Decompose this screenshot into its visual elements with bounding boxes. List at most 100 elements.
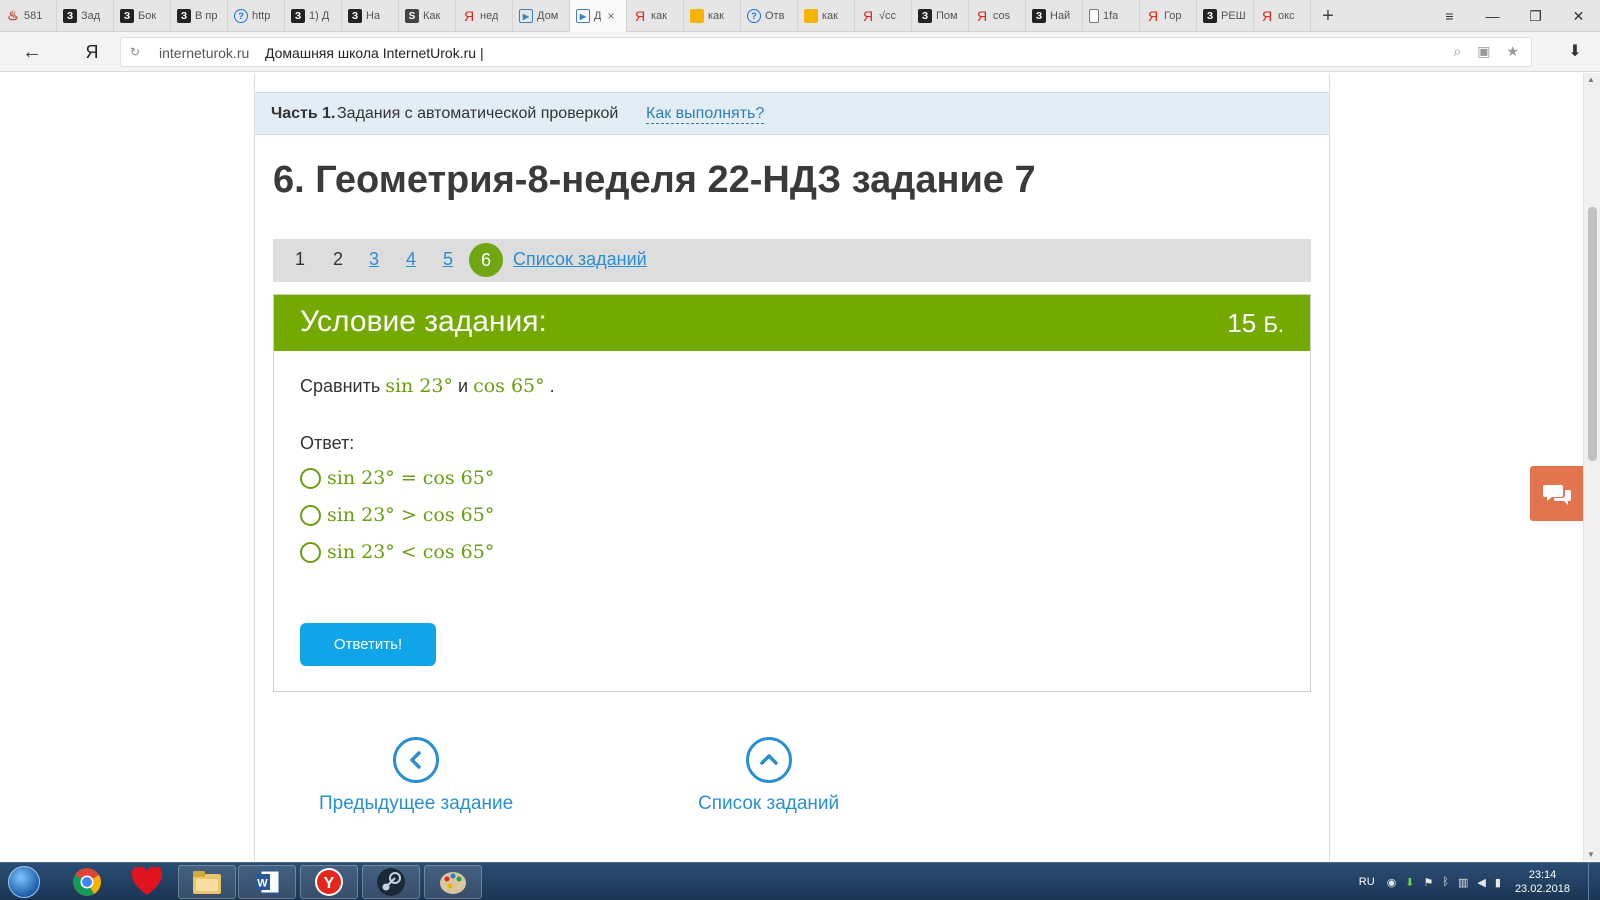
bluetooth-icon[interactable]: ᛒ [1442,876,1449,889]
steam-tray-icon[interactable]: ◉ [1387,876,1397,889]
system-tray: RU ◉ ⬇ ⚑ ᛒ ▥ ◀ ▮ 23:14 23.02.2018 [1359,863,1600,900]
answer-option-label: sin 23° > cos 65° [327,504,495,526]
radio-button[interactable] [300,467,321,489]
tray-icons: ◉ ⬇ ⚑ ᛒ ▥ ◀ ▮ [1387,876,1501,889]
restore-icon[interactable]: ❐ [1514,0,1557,32]
browser-tab[interactable]: ЗВ пр [171,0,228,32]
language-indicator[interactable]: RU [1359,876,1375,888]
browser-tab[interactable]: З Бок [114,0,171,32]
submit-answer-button[interactable]: Ответить! [300,623,436,666]
z-icon: З [348,9,362,23]
yandex-browser-icon[interactable]: Y [300,865,358,899]
z-icon: З [1032,9,1046,23]
task-nav-item-1[interactable]: 1 [295,249,305,270]
new-tab-button[interactable]: + [1311,0,1345,32]
task-nav-item-5[interactable]: 5 [443,249,453,270]
points-unit: Б. [1263,312,1284,337]
answer-option-equal[interactable]: sin 23° = cos 65° [300,465,494,491]
browser-tab[interactable]: S Как [399,0,456,32]
chat-bubbles-icon [1542,484,1571,505]
reader-icon[interactable]: ▣ [1477,43,1490,60]
part-bar: Часть 1. Задания с автоматической провер… [255,92,1329,135]
start-button[interactable] [4,864,44,900]
browser-tab[interactable]: З Най [1026,0,1083,32]
task-nav-item-4[interactable]: 4 [406,249,416,270]
show-desktop-button[interactable] [1588,863,1600,900]
task-list-nav[interactable]: Список заданий [698,737,839,815]
chevron-up-circle-icon[interactable] [745,737,792,783]
task-nav-item-2[interactable]: 2 [333,249,343,270]
close-icon[interactable]: ✕ [1557,0,1600,32]
task-list-link[interactable]: Список заданий [513,249,647,270]
browser-tab[interactable]: З 1) Д [285,0,342,32]
scrollbar-thumb[interactable] [1588,207,1597,461]
browser-tab[interactable]: ? Отв [741,0,798,32]
answer-option-greater[interactable]: sin 23° > cos 65° [300,502,494,528]
browser-tab[interactable]: как [798,0,855,32]
steam-icon[interactable] [362,865,420,899]
flag-icon[interactable]: ⚑ [1424,876,1434,889]
translate-icon[interactable]: ⌕ [1453,43,1461,60]
chat-widget-button[interactable] [1530,466,1583,521]
browser-tab[interactable]: Якак [627,0,684,32]
browser-tab[interactable]: ▶ Дом [513,0,570,32]
question-text: Сравнить sin 23° и cos 65° . [300,375,555,397]
answer-option-less[interactable]: sin 23° < cos 65° [300,539,494,565]
bookmark-star-icon[interactable]: ★ [1506,43,1519,60]
question-expression-2: cos 65° [473,375,545,397]
file-explorer-icon[interactable] [178,865,236,899]
play-icon: ▶ [576,9,590,23]
previous-task-nav[interactable]: Предыдущее задание [319,737,513,815]
browser-tab[interactable]: З РЕШ [1197,0,1254,32]
page-title: 6. Геометрия-8-неделя 22-НДЗ задание 7 [273,159,1036,201]
scroll-down-arrow-icon[interactable]: ▼ [1587,850,1595,859]
browser-tab[interactable]: ♨ 581 [0,0,57,32]
answer-option-label: sin 23° = cos 65° [327,467,495,489]
browser-navbar: ← Я ↻ interneturok.ru Домашняя школа Int… [0,32,1600,72]
chevron-left-circle-icon[interactable] [393,737,440,783]
browser-tab[interactable]: З На [342,0,399,32]
network-signal-icon[interactable]: ▮ [1495,876,1501,889]
task-page: Часть 1. Задания с автоматической провер… [254,73,1330,861]
page-viewport: Часть 1. Задания с автоматической провер… [0,73,1583,861]
volume-muted-icon[interactable]: ◀ [1477,876,1485,889]
clock[interactable]: 23:14 23.02.2018 [1515,868,1570,896]
paint-icon[interactable] [424,865,482,899]
browser-tab[interactable]: как [684,0,741,32]
address-bar[interactable]: ↻ interneturok.ru Домашняя школа Interne… [120,37,1532,67]
browser-tab[interactable]: Я Гор [1140,0,1197,32]
download-tray-icon[interactable]: ⬇ [1405,876,1414,889]
back-arrow-icon[interactable]: ← [18,38,46,66]
task-nav-item-3[interactable]: 3 [369,249,379,270]
how-to-link[interactable]: Как выполнять? [646,105,765,124]
browser-tab[interactable]: З Зад [57,0,114,32]
z-icon: З [1203,9,1217,23]
browser-tab[interactable]: Яcos [969,0,1026,32]
browser-tab[interactable]: Янед [456,0,513,32]
radio-button[interactable] [300,504,321,526]
tab-close-icon[interactable]: × [607,9,614,23]
download-icon[interactable]: ⬇ [1564,40,1586,62]
minimize-icon[interactable]: — [1471,0,1514,32]
yandex-icon: Я [976,8,988,24]
previous-task-label[interactable]: Предыдущее задание [319,793,513,815]
yandex-home-icon[interactable]: Я [78,38,106,66]
menu-icon[interactable]: ≡ [1428,0,1471,32]
browser-tab[interactable]: ? http [228,0,285,32]
window-controls: ≡ — ❐ ✕ [1428,0,1600,32]
chrome-icon[interactable] [58,865,116,899]
task-list-label[interactable]: Список заданий [698,793,839,815]
browser-tab-active[interactable]: ▶ Д × [570,0,627,32]
browser-tab[interactable]: Я √cc [855,0,912,32]
heart-app-icon[interactable] [118,865,176,899]
browser-tab[interactable]: З Пом [912,0,969,32]
page-scrollbar[interactable]: ▲ ▼ [1583,73,1600,861]
word-icon[interactable]: W [238,865,296,899]
url-page-title: Домашняя школа InternetUrok.ru | [265,45,484,61]
radio-button[interactable] [300,541,321,563]
scroll-up-arrow-icon[interactable]: ▲ [1587,75,1595,84]
reload-icon[interactable]: ↻ [127,44,143,60]
browser-tab[interactable]: 1fa [1083,0,1140,32]
device-icon[interactable]: ▥ [1458,876,1468,889]
browser-tab[interactable]: Яокс [1254,0,1311,32]
